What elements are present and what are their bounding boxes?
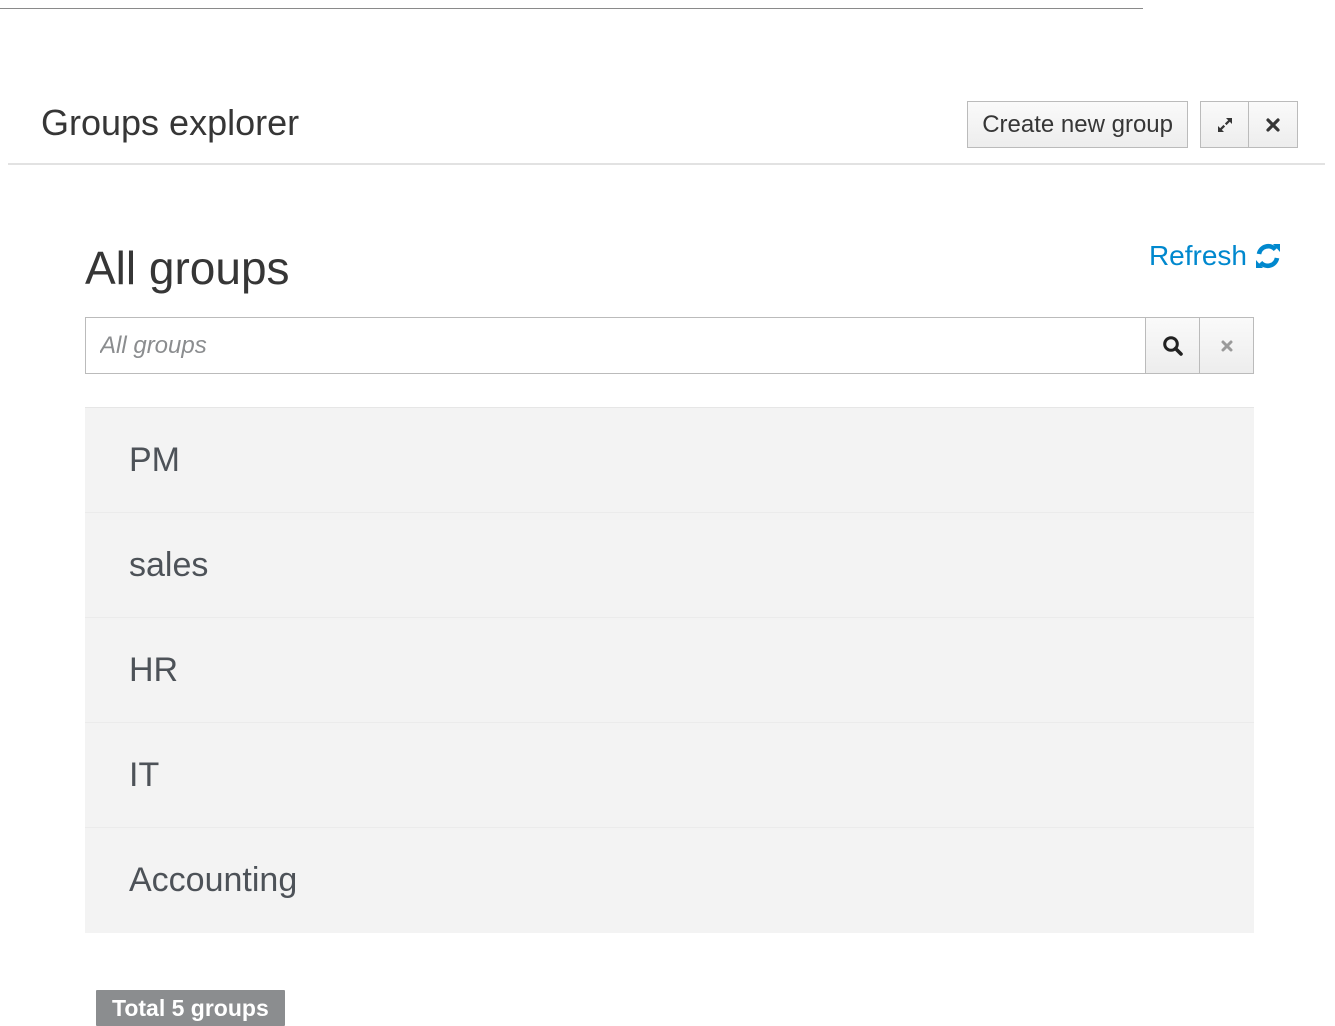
search-box	[85, 317, 1254, 374]
clear-search-button[interactable]	[1199, 318, 1253, 373]
group-list: PM sales HR IT Accounting	[85, 407, 1254, 933]
total-count-badge: Total 5 groups	[96, 990, 285, 1026]
top-divider	[0, 8, 1143, 9]
window-controls	[1200, 101, 1298, 148]
page-title: Groups explorer	[41, 102, 300, 143]
refresh-link[interactable]: Refresh	[1149, 240, 1283, 272]
expand-button[interactable]	[1200, 101, 1249, 148]
section-title: All groups	[85, 242, 290, 294]
group-list-item[interactable]: sales	[85, 513, 1254, 618]
header-actions: Create new group	[967, 101, 1298, 148]
search-button[interactable]	[1145, 318, 1199, 373]
create-new-group-button[interactable]: Create new group	[967, 101, 1188, 148]
page-header: Groups explorer Create new group	[8, 97, 1325, 165]
group-list-item[interactable]: HR	[85, 618, 1254, 723]
close-button[interactable]	[1249, 101, 1298, 148]
group-list-item[interactable]: PM	[85, 408, 1254, 513]
search-icon	[1162, 335, 1183, 356]
group-list-item[interactable]: Accounting	[85, 828, 1254, 933]
expand-icon	[1217, 117, 1232, 132]
clear-icon	[1221, 340, 1232, 351]
group-list-item[interactable]: IT	[85, 723, 1254, 828]
refresh-label: Refresh	[1148, 240, 1247, 271]
close-icon	[1266, 117, 1280, 132]
refresh-icon	[1256, 243, 1280, 269]
search-input[interactable]	[86, 318, 1145, 373]
